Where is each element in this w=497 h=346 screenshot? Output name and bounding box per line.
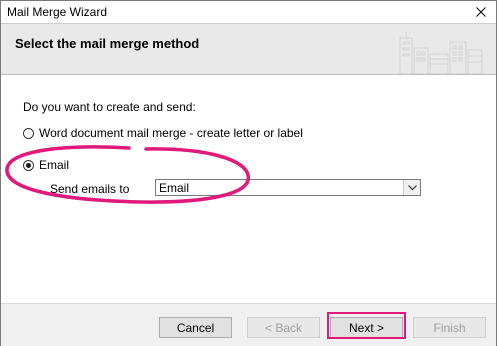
radio-email-label: Email — [39, 158, 70, 172]
next-button[interactable]: Next > — [330, 317, 403, 338]
dropdown-arrow[interactable] — [403, 180, 420, 195]
send-emails-to-label: Send emails to — [50, 182, 130, 196]
radio-email[interactable]: Email — [23, 158, 69, 172]
wizard-header: Select the mail merge method — [1, 23, 496, 75]
radio-word-label: Word document mail merge - create letter… — [39, 126, 303, 140]
window-title: Mail Merge Wizard — [7, 5, 108, 19]
cancel-button[interactable]: Cancel — [159, 317, 232, 338]
send-emails-to-select[interactable]: Email — [155, 179, 421, 196]
city-buildings-icon — [399, 32, 483, 74]
radio-word-mail-merge[interactable]: Word document mail merge - create letter… — [23, 126, 303, 140]
title-bar: Mail Merge Wizard — [1, 1, 496, 23]
wizard-footer: Cancel < Back Next > Finish — [1, 303, 496, 346]
close-button[interactable] — [466, 1, 496, 23]
mail-merge-wizard-window: Mail Merge Wizard Select the mail merge … — [0, 0, 497, 346]
finish-button[interactable]: Finish — [413, 317, 486, 338]
radio-button-word[interactable] — [23, 127, 34, 139]
chevron-down-icon — [407, 184, 417, 190]
send-emails-to-value: Email — [159, 181, 190, 195]
question-label: Do you want to create and send: — [23, 100, 196, 114]
close-icon — [476, 7, 486, 17]
radio-button-email[interactable] — [23, 159, 34, 171]
page-title: Select the mail merge method — [15, 36, 200, 51]
wizard-content: Do you want to create and send: Word doc… — [1, 74, 496, 302]
back-button[interactable]: < Back — [247, 317, 320, 338]
